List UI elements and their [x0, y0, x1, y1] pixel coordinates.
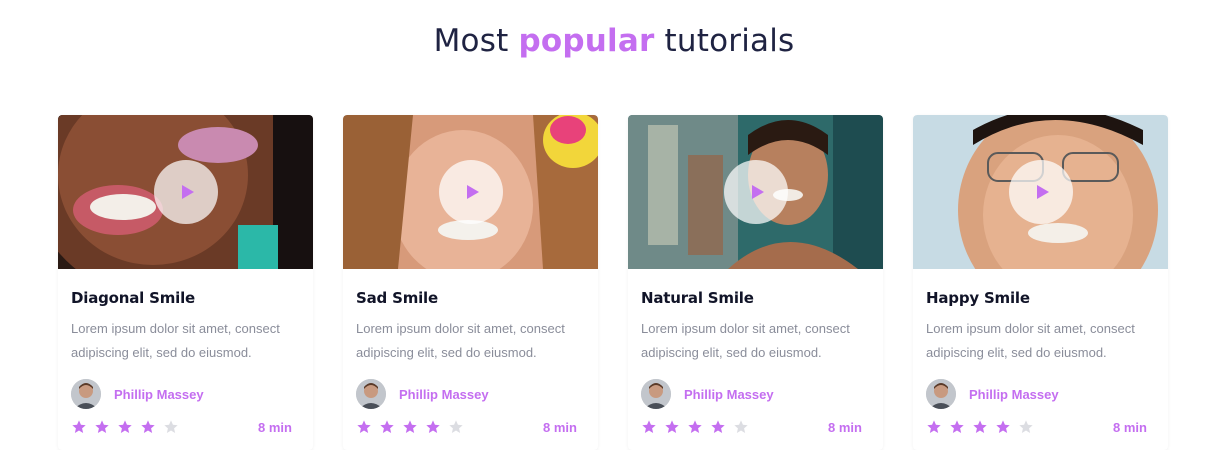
- author: Phillip Massey: [356, 379, 585, 409]
- tutorial-card[interactable]: Diagonal Smile Lorem ipsum dolor sit ame…: [58, 115, 313, 450]
- star-filled-icon: [118, 420, 132, 433]
- star-filled-icon: [973, 420, 987, 433]
- star-filled-icon: [380, 420, 394, 433]
- author-name[interactable]: Phillip Massey: [684, 387, 774, 402]
- tutorial-duration: 8 min: [258, 419, 292, 435]
- tutorial-thumbnail[interactable]: [58, 115, 313, 269]
- star-empty-icon: [449, 420, 463, 433]
- tutorial-duration: 8 min: [828, 419, 862, 435]
- star-filled-icon: [72, 420, 86, 433]
- play-icon: [467, 185, 479, 199]
- author-name[interactable]: Phillip Massey: [399, 387, 489, 402]
- author-avatar: [641, 379, 671, 409]
- tutorial-description: Lorem ipsum dolor sit amet, consect adip…: [71, 321, 280, 360]
- star-empty-icon: [1019, 420, 1033, 433]
- tutorial-description: Lorem ipsum dolor sit amet, consect adip…: [356, 321, 565, 360]
- star-filled-icon: [426, 420, 440, 433]
- tutorial-title[interactable]: Diagonal Smile: [71, 289, 300, 307]
- author-name[interactable]: Phillip Massey: [114, 387, 204, 402]
- tutorial-thumbnail[interactable]: [628, 115, 883, 269]
- star-filled-icon: [357, 420, 371, 433]
- star-filled-icon: [950, 420, 964, 433]
- star-filled-icon: [403, 420, 417, 433]
- star-filled-icon: [642, 420, 656, 433]
- play-button[interactable]: [1009, 160, 1073, 224]
- star-filled-icon: [688, 420, 702, 433]
- play-icon: [1037, 185, 1049, 199]
- title-highlight: popular: [518, 22, 655, 59]
- tutorial-duration: 8 min: [1113, 419, 1147, 435]
- tutorial-description: Lorem ipsum dolor sit amet, consect adip…: [641, 321, 850, 360]
- tutorial-title[interactable]: Happy Smile: [926, 289, 1155, 307]
- section-title: Most popular tutorials: [0, 23, 1228, 59]
- play-icon: [182, 185, 194, 199]
- star-empty-icon: [164, 420, 178, 433]
- author-avatar: [356, 379, 386, 409]
- star-filled-icon: [927, 420, 941, 433]
- author-avatar: [71, 379, 101, 409]
- title-before: Most: [433, 22, 509, 59]
- tutorial-meta: 8 min: [641, 419, 870, 435]
- author: Phillip Massey: [71, 379, 300, 409]
- tutorial-duration: 8 min: [543, 419, 577, 435]
- tutorial-card[interactable]: Sad Smile Lorem ipsum dolor sit amet, co…: [343, 115, 598, 450]
- tutorial-title[interactable]: Natural Smile: [641, 289, 870, 307]
- tutorial-description: Lorem ipsum dolor sit amet, consect adip…: [926, 321, 1135, 360]
- play-button[interactable]: [724, 160, 788, 224]
- play-button[interactable]: [439, 160, 503, 224]
- star-filled-icon: [996, 420, 1010, 433]
- tutorial-title[interactable]: Sad Smile: [356, 289, 585, 307]
- star-rating: [926, 419, 1034, 435]
- star-filled-icon: [711, 420, 725, 433]
- play-icon: [752, 185, 764, 199]
- tutorial-card[interactable]: Happy Smile Lorem ipsum dolor sit amet, …: [913, 115, 1168, 450]
- tutorial-meta: 8 min: [356, 419, 585, 435]
- play-button[interactable]: [154, 160, 218, 224]
- tutorial-meta: 8 min: [71, 419, 300, 435]
- author: Phillip Massey: [641, 379, 870, 409]
- star-empty-icon: [734, 420, 748, 433]
- tutorial-thumbnail[interactable]: [343, 115, 598, 269]
- tutorial-card-list: Diagonal Smile Lorem ipsum dolor sit ame…: [58, 115, 1168, 450]
- author-name[interactable]: Phillip Massey: [969, 387, 1059, 402]
- star-filled-icon: [141, 420, 155, 433]
- author: Phillip Massey: [926, 379, 1155, 409]
- tutorial-thumbnail[interactable]: [913, 115, 1168, 269]
- star-rating: [71, 419, 179, 435]
- author-avatar: [926, 379, 956, 409]
- star-rating: [356, 419, 464, 435]
- star-filled-icon: [95, 420, 109, 433]
- star-rating: [641, 419, 749, 435]
- star-filled-icon: [665, 420, 679, 433]
- tutorial-meta: 8 min: [926, 419, 1155, 435]
- title-after: tutorials: [664, 22, 795, 59]
- tutorial-card[interactable]: Natural Smile Lorem ipsum dolor sit amet…: [628, 115, 883, 450]
